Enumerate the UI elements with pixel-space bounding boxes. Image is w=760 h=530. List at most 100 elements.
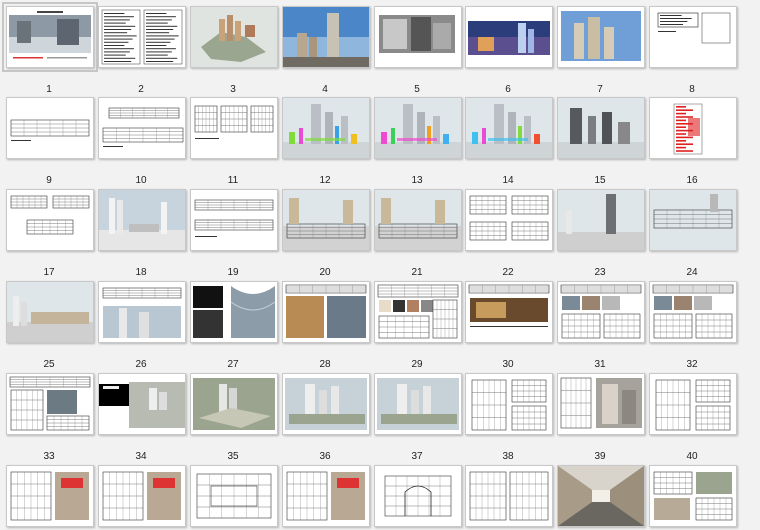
slide-thumbnail[interactable]: [374, 97, 462, 159]
slide-number: 38: [502, 451, 514, 462]
slide-preview-render-street: [558, 374, 644, 434]
slide-preview-cad-plan: [191, 466, 277, 526]
slide-number: 4: [322, 84, 328, 95]
slide-sorter: 1 2 3 4 5 6 7 8 9 10 11 12 13 14 15 16 1…: [0, 0, 760, 530]
slide-thumbnail[interactable]: [374, 465, 462, 527]
slide-thumbnail[interactable]: [557, 189, 645, 251]
slide-thumbnail[interactable]: [557, 465, 645, 527]
slide-thumbnail[interactable]: [282, 281, 370, 343]
slide-thumbnail[interactable]: [6, 465, 94, 527]
slide-thumbnail[interactable]: [2, 2, 98, 72]
slide-thumbnail[interactable]: [190, 281, 278, 343]
slide-preview-cad-arch: [375, 466, 461, 526]
slide-preview-color-diagram2: [375, 98, 461, 158]
slide-thumbnail[interactable]: [190, 465, 278, 527]
slide-thumbnail[interactable]: [649, 465, 737, 527]
slide-preview-board-details: [558, 282, 644, 342]
slide-thumbnail[interactable]: [557, 97, 645, 159]
slide-number: 35: [227, 451, 239, 462]
slide-thumbnail[interactable]: [190, 373, 278, 435]
slide-thumbnail[interactable]: [649, 373, 737, 435]
slide-preview-model-long2: [375, 190, 461, 250]
slide-number: 17: [43, 267, 55, 278]
slide-preview-cad-mixed: [650, 466, 736, 526]
slide-preview-board-photos: [283, 282, 369, 342]
slide-number: 40: [686, 451, 698, 462]
slide-thumbnail[interactable]: [282, 465, 370, 527]
slide-thumbnail[interactable]: [649, 97, 737, 159]
slide-number: 9: [46, 175, 52, 186]
slide-number: 18: [135, 267, 147, 278]
slide-thumbnail[interactable]: [190, 6, 278, 68]
slide-thumbnail[interactable]: [374, 281, 462, 343]
slide-thumbnail[interactable]: [6, 373, 94, 435]
slide-number: 5: [414, 84, 420, 95]
slide-thumbnail[interactable]: [98, 6, 186, 68]
slide-preview-bw-photo: [375, 7, 461, 67]
slide-preview-night-render: [466, 7, 552, 67]
slide-preview-cover: [7, 7, 93, 67]
slide-preview-board-details2: [650, 282, 736, 342]
slide-thumbnail[interactable]: [6, 97, 94, 159]
slide-number: 31: [594, 359, 606, 370]
slide-number: 15: [594, 175, 606, 186]
slide-thumbnail[interactable]: [98, 373, 186, 435]
slide-preview-color-diagram: [283, 98, 369, 158]
slide-thumbnail[interactable]: [557, 373, 645, 435]
slide-thumbnail[interactable]: [374, 373, 462, 435]
slide-thumbnail[interactable]: [282, 97, 370, 159]
slide-thumbnail[interactable]: [649, 189, 737, 251]
slide-preview-cad-photo2: [99, 466, 185, 526]
slide-number: 34: [135, 451, 147, 462]
slide-thumbnail[interactable]: [282, 6, 370, 68]
slide-thumbnail[interactable]: [557, 281, 645, 343]
slide-thumbnail[interactable]: [465, 189, 553, 251]
slide-preview-cad-photo3: [283, 466, 369, 526]
slide-thumbnail[interactable]: [282, 189, 370, 251]
slide-preview-street-model: [650, 190, 736, 250]
slide-thumbnail[interactable]: [649, 281, 737, 343]
slide-number: 27: [227, 359, 239, 370]
slide-number: 7: [597, 84, 603, 95]
slide-thumbnail[interactable]: [374, 189, 462, 251]
slide-preview-tower-model: [558, 190, 644, 250]
slide-preview-model-white: [99, 190, 185, 250]
slide-number: 3: [230, 84, 236, 95]
slide-thumbnail[interactable]: [98, 465, 186, 527]
slide-preview-board-lobby: [466, 282, 552, 342]
slide-preview-elevation: [7, 98, 93, 158]
slide-thumbnail[interactable]: [465, 281, 553, 343]
slide-thumbnail[interactable]: [98, 189, 186, 251]
slide-preview-aerial-model: [191, 374, 277, 434]
slide-thumbnail[interactable]: [465, 373, 553, 435]
slide-thumbnail[interactable]: [557, 6, 645, 68]
slide-number: 25: [43, 359, 55, 370]
slide-thumbnail[interactable]: [190, 189, 278, 251]
slide-number: 28: [319, 359, 331, 370]
slide-number: 1: [46, 84, 52, 95]
slide-thumbnail[interactable]: [649, 6, 737, 68]
slide-preview-cad-section: [466, 466, 552, 526]
slide-preview-board-materials: [375, 282, 461, 342]
slide-thumbnail[interactable]: [98, 97, 186, 159]
slide-preview-elev-three: [7, 190, 93, 250]
slide-thumbnail[interactable]: [6, 189, 94, 251]
slide-thumbnail[interactable]: [282, 373, 370, 435]
slide-number: 8: [689, 84, 695, 95]
slide-number: 23: [594, 267, 606, 278]
slide-thumbnail[interactable]: [6, 281, 94, 343]
slide-number: 12: [319, 175, 331, 186]
slide-number: 13: [411, 175, 423, 186]
slide-thumbnail[interactable]: [190, 97, 278, 159]
slide-preview-elev-wide: [99, 282, 185, 342]
slide-thumbnail[interactable]: [465, 465, 553, 527]
slide-preview-corridor: [558, 466, 644, 526]
slide-thumbnail[interactable]: [374, 6, 462, 68]
slide-number: 30: [502, 359, 514, 370]
slide-thumbnail[interactable]: [98, 281, 186, 343]
slide-thumbnail[interactable]: [465, 97, 553, 159]
slide-preview-dark-model: [99, 374, 185, 434]
slide-number: 6: [505, 84, 511, 95]
slide-preview-cad-photo: [7, 466, 93, 526]
slide-thumbnail[interactable]: [465, 6, 553, 68]
